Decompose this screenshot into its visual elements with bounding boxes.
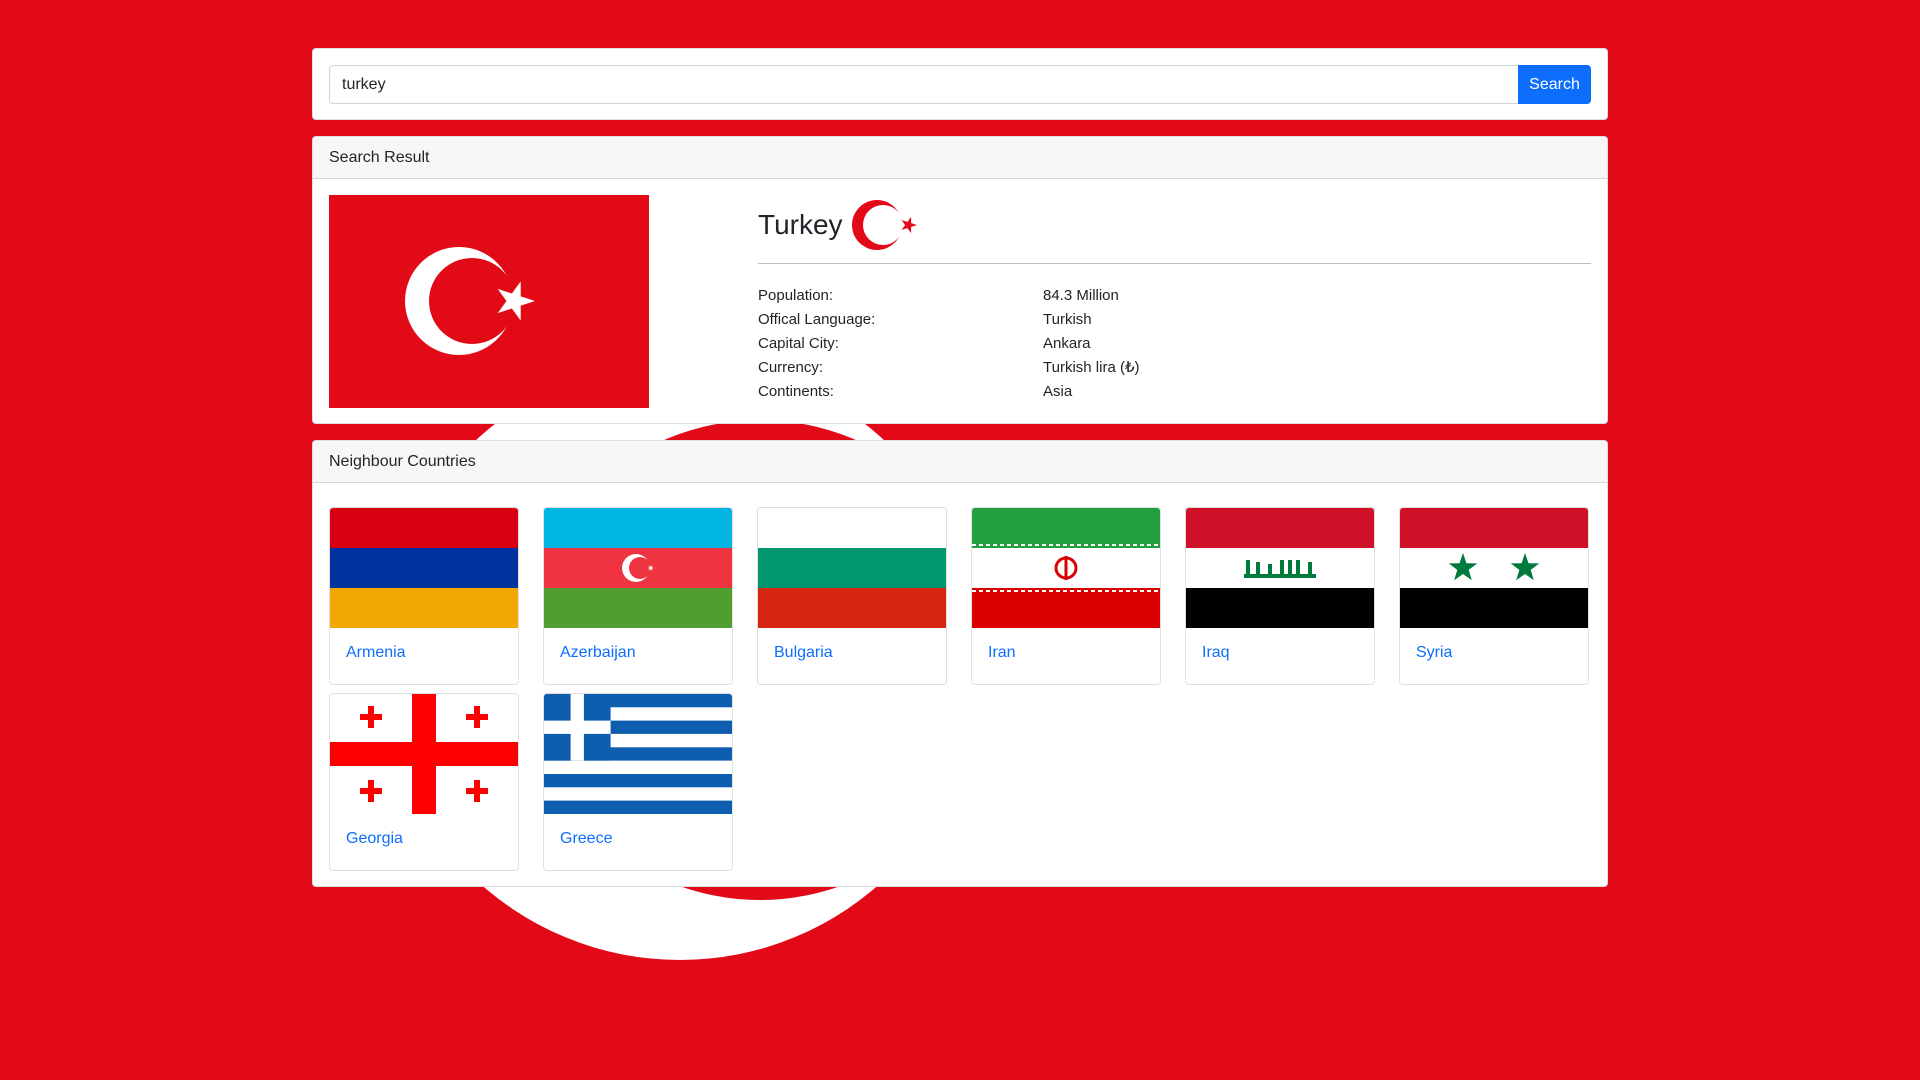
neighbour-card-iran: Iran (971, 507, 1161, 685)
fact-label: Capital City: (758, 335, 839, 352)
fact-population: Population: 84.3 Million (758, 284, 1591, 308)
country-facts: Population: 84.3 Million Offical Languag… (758, 284, 1591, 404)
search-result-body: Turkey Population: 84.3 Million Offical … (313, 179, 1607, 424)
georgia-flag-icon (330, 694, 518, 814)
crescent-star-icon (851, 200, 917, 250)
country-title-row: Turkey (758, 195, 1591, 255)
search-button[interactable]: Search (1518, 65, 1591, 104)
country-name: Turkey (758, 209, 843, 240)
fact-capital: Capital City: Ankara (758, 332, 1591, 356)
search-card: Search (312, 48, 1608, 120)
neighbour-card-bulgaria: Bulgaria (757, 507, 947, 685)
neighbour-link-syria[interactable]: Syria (1400, 628, 1588, 678)
neighbour-link-georgia[interactable]: Georgia (330, 814, 518, 864)
iran-flag-icon (972, 508, 1160, 628)
neighbour-link-greece[interactable]: Greece (544, 814, 732, 864)
fact-value: Asia (1043, 383, 1073, 400)
fact-label: Currency: (758, 359, 824, 376)
neighbour-countries-card: Neighbour Countries Armenia Azerbaijan B… (312, 440, 1608, 887)
neighbour-card-georgia: Georgia (329, 693, 519, 871)
turkey-flag-image (329, 195, 649, 408)
neighbour-card-iraq: Iraq (1185, 507, 1375, 685)
main-container: Search Search Result Turkey (312, 48, 1608, 887)
fact-value: Turkish lira (₺) (1043, 359, 1140, 376)
divider (758, 263, 1591, 264)
fact-label: Population: (758, 287, 834, 304)
neighbour-link-iran[interactable]: Iran (972, 628, 1160, 678)
neighbour-card-greece: Greece (543, 693, 733, 871)
country-info: Turkey Population: 84.3 Million Offical … (758, 195, 1591, 408)
neighbour-card-armenia: Armenia (329, 507, 519, 685)
neighbour-grid: Armenia Azerbaijan Bulgaria Iran Iraq Sy… (313, 483, 1607, 887)
neighbour-link-iraq[interactable]: Iraq (1186, 628, 1374, 678)
search-result-card: Search Result Turkey Population: 84.3 Mi… (312, 136, 1608, 424)
fact-continents: Continents: Asia (758, 380, 1591, 404)
iraq-flag-icon (1186, 508, 1374, 628)
neighbour-card-azerbaijan: Azerbaijan (543, 507, 733, 685)
fact-currency: Currency: Turkish lira (₺) (758, 356, 1591, 380)
neighbour-link-armenia[interactable]: Armenia (330, 628, 518, 678)
search-input[interactable] (329, 65, 1518, 104)
bulgaria-flag-icon (758, 508, 946, 628)
search-result-header: Search Result (313, 137, 1607, 179)
fact-value: Ankara (1043, 335, 1091, 352)
syria-flag-icon (1400, 508, 1588, 628)
armenia-flag-icon (330, 508, 518, 628)
neighbour-link-azerbaijan[interactable]: Azerbaijan (544, 628, 732, 678)
fact-value: Turkish (1043, 311, 1092, 328)
fact-value: 84.3 Million (1043, 287, 1119, 304)
search-bar: Search (329, 65, 1591, 104)
azerbaijan-flag-icon (544, 508, 732, 628)
fact-language: Offical Language: Turkish (758, 308, 1591, 332)
fact-label: Continents: (758, 383, 834, 400)
neighbour-link-bulgaria[interactable]: Bulgaria (758, 628, 946, 678)
greece-flag-icon (544, 694, 732, 814)
neighbour-countries-header: Neighbour Countries (313, 441, 1607, 483)
neighbour-card-syria: Syria (1399, 507, 1589, 685)
fact-label: Offical Language: (758, 311, 876, 328)
